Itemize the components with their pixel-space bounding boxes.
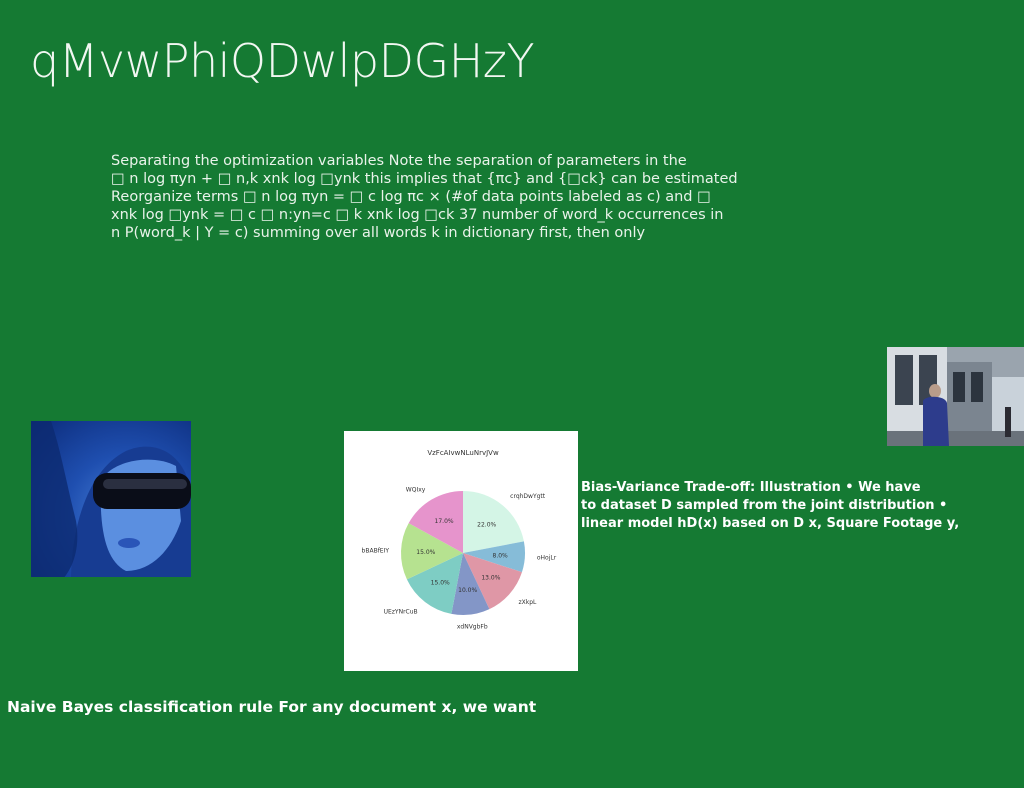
bias-line: Bias-Variance Trade-off: Illustration • … [581, 480, 921, 495]
pie-value-label: 15.0% [431, 579, 450, 586]
pie-value-label: 13.0% [481, 575, 500, 582]
paragraph-line: Reorganize terms □ n log πyn = □ c log π… [111, 189, 711, 205]
street-scene-photo [887, 347, 1024, 446]
bias-line: to dataset D sampled from the joint dist… [581, 498, 948, 513]
pie-value-label: 15.0% [416, 549, 435, 556]
pie-category-label: zXkpL [519, 599, 538, 606]
pie-category-label: bBABfEIY [362, 548, 390, 555]
pie-chart: VzFcAIvwNLuNrvJVw 22.0% crqhDwYgtt 8.0% oHo… [344, 431, 578, 671]
paragraph-line: xnk log □ynk = □ c □ n:yn=c □ k xnk log … [111, 207, 724, 223]
pie-chart-canvas: VzFcAIvwNLuNrvJVw 22.0% crqhDwYgtt 8.0% oHo… [362, 449, 557, 630]
naive-bayes-heading: Naive Bayes classification rule For any … [7, 698, 537, 716]
chart-title: VzFcAIvwNLuNrvJVw [427, 449, 499, 457]
woman-with-vr-headset-photo [31, 421, 191, 577]
pie-value-label: 10.0% [458, 587, 477, 594]
pie-category-label: oHojLr [537, 555, 557, 562]
pie-value-label: 17.0% [435, 518, 454, 525]
paragraph-line: Separating the optimization variables No… [111, 153, 687, 169]
paragraph-line: □ n log πyn + □ n,k xnk log □ynk this im… [111, 171, 738, 187]
pie-category-label: crqhDwYgtt [510, 493, 546, 500]
paragraph-line: n P(word_k | Y = c) summing over all wor… [111, 225, 646, 241]
body-paragraph: Separating the optimization variables No… [111, 152, 738, 242]
bias-variance-text: Bias-Variance Trade-off: Illustration • … [581, 479, 1021, 533]
page-title: qMvwPhiQDwlpDGHzY [30, 34, 535, 88]
pie-category-label: UEzYNrCuB [384, 608, 418, 615]
pie-category-label: xdNVgbFb [457, 623, 488, 630]
pie-value-label: 22.0% [477, 521, 496, 528]
pie-value-label: 8.0% [493, 552, 509, 559]
bias-line: linear model hD(x) based on D x, Square … [581, 516, 960, 531]
pie-category-label: WQIxy [406, 486, 426, 493]
